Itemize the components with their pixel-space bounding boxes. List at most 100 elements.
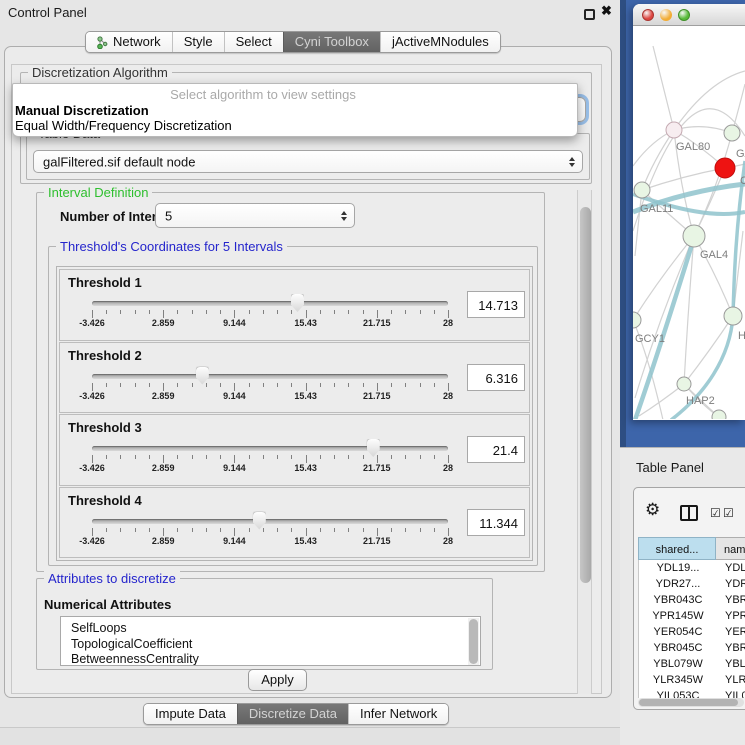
- slider-track[interactable]: [92, 301, 448, 306]
- network-edge[interactable]: [674, 127, 732, 133]
- table-data-select[interactable]: galFiltered.sif default node: [33, 150, 583, 173]
- network-node-hap2[interactable]: [677, 377, 691, 391]
- network-edge[interactable]: [653, 46, 674, 130]
- slider-track[interactable]: [92, 374, 448, 379]
- table-row[interactable]: YDL19...YDL19...: [639, 560, 745, 576]
- tab-label: Style: [184, 32, 213, 52]
- network-icon: [97, 36, 108, 49]
- attribute-item-selfloops[interactable]: SelfLoops: [61, 617, 480, 637]
- table-cell: YDL19...: [639, 560, 717, 576]
- table-row[interactable]: YPR145WYPR145W: [639, 608, 745, 624]
- slider-track[interactable]: [92, 446, 448, 451]
- tab-impute-data[interactable]: Impute Data: [144, 704, 237, 724]
- apply-button[interactable]: Apply: [248, 669, 307, 691]
- network-edge[interactable]: [633, 236, 694, 320]
- threshold-value-field[interactable]: 21.4: [467, 436, 525, 463]
- node-attribute-table: shared...name YDL19...YDL19...YDR27...YD…: [638, 537, 745, 698]
- table-row[interactable]: YER054CYER054C: [639, 624, 745, 640]
- close-traffic-light[interactable]: [642, 9, 654, 21]
- network-edge[interactable]: [694, 236, 733, 316]
- table-row[interactable]: YIL053CYIL053C: [639, 688, 745, 698]
- tab-style[interactable]: Style: [172, 32, 224, 52]
- horizontal-scrollbar[interactable]: [638, 698, 744, 707]
- network-node-label: GAL4: [700, 249, 728, 261]
- interval-definition-title: Interval Definition: [44, 185, 152, 200]
- tab-label: jActiveMNodules: [392, 32, 489, 52]
- combo-arrows-icon: [341, 211, 347, 221]
- attributes-group-title: Attributes to discretize: [44, 571, 180, 586]
- network-view-window: GAL80GACGAL11GAL4GCY1HHAP2: [633, 4, 745, 420]
- threshold-value-field[interactable]: 6.316: [467, 364, 525, 391]
- checkbox-icon[interactable]: ☑: [710, 506, 721, 520]
- network-canvas[interactable]: GAL80GACGAL11GAL4GCY1HHAP2: [633, 26, 745, 419]
- thresholds-group-title: Threshold's Coordinates for 5 Intervals: [56, 239, 287, 254]
- network-window-titlebar[interactable]: [633, 4, 745, 26]
- table-row[interactable]: YBR045CYBR045C: [639, 640, 745, 656]
- column-header-name[interactable]: name: [716, 537, 745, 560]
- tab-select[interactable]: Select: [224, 32, 283, 52]
- attribute-list-scrollbar[interactable]: [468, 618, 479, 665]
- network-node-h[interactable]: [724, 307, 742, 325]
- bottom-strip: [0, 728, 620, 745]
- table-cell: YBL079W: [639, 656, 717, 672]
- table-row[interactable]: YLR345WYLR345W: [639, 672, 745, 688]
- slider-track[interactable]: [92, 519, 448, 524]
- panel-title: Control Panel: [8, 5, 87, 20]
- tab-cyni-toolbox[interactable]: Cyni Toolbox: [283, 32, 380, 52]
- network-node-gal11[interactable]: [634, 182, 650, 198]
- threshold-value-field[interactable]: 14.713: [467, 291, 525, 318]
- attribute-item-topologicalcoefficient[interactable]: TopologicalCoefficient: [61, 637, 480, 653]
- attribute-item-betweennesscentrality[interactable]: BetweennessCentrality: [61, 652, 480, 666]
- numerical-attributes-label: Numerical Attributes: [44, 597, 171, 612]
- network-node-label: HAP2: [686, 395, 715, 407]
- tab-discretize-data[interactable]: Discretize Data: [237, 704, 348, 724]
- network-node-gcy1[interactable]: [633, 312, 641, 328]
- table-cell: YBR043C: [639, 592, 717, 608]
- node-table-subpanel: ⚙ ☑ ☑ shared...name YDL19...YDL19...YDR2…: [633, 487, 745, 710]
- minimize-traffic-light[interactable]: [660, 9, 672, 21]
- table-cell: YBR045C: [639, 640, 717, 656]
- table-cell: YBR043C: [717, 592, 745, 608]
- table-cell: YDR27...: [717, 576, 745, 592]
- float-window-icon[interactable]: [584, 9, 595, 20]
- threshold-value-field[interactable]: 11.344: [467, 509, 525, 536]
- network-node-label: H: [738, 330, 745, 342]
- scrollbar-thumb[interactable]: [580, 207, 591, 583]
- table-data-value: galFiltered.sif default node: [43, 154, 195, 169]
- num-intervals-value: 5: [165, 208, 172, 223]
- close-icon[interactable]: ✖: [601, 3, 612, 19]
- control-panel-tabs: Network Style Select Cyni Toolbox jActiveMNo…: [85, 31, 501, 53]
- vertical-scrollbar[interactable]: [577, 190, 592, 694]
- table-row[interactable]: YDR27...YDR27...: [639, 576, 745, 592]
- numerical-attributes-list[interactable]: SelfLoopsTopologicalCoefficientBetweenne…: [60, 616, 481, 666]
- tab-infer-network[interactable]: Infer Network: [348, 704, 448, 724]
- tab-label: Select: [236, 32, 272, 52]
- algorithm-option-equal-width-frequency-discretization[interactable]: Equal Width/Frequency Discretization: [13, 118, 577, 133]
- network-node-edge-node[interactable]: [712, 410, 726, 419]
- tab-label: Discretize Data: [249, 704, 337, 724]
- tab-jactivemnodules[interactable]: jActiveMNodules: [380, 32, 500, 52]
- tab-label: Cyni Toolbox: [295, 32, 369, 52]
- scrollbar-thumb[interactable]: [639, 699, 738, 706]
- slider-tick-labels: -3.4262.8599.14415.4321.71528: [92, 391, 448, 402]
- checkbox-icon[interactable]: ☑: [723, 506, 734, 520]
- network-node-c-red[interactable]: [715, 158, 735, 178]
- network-edge-thick[interactable]: [635, 238, 694, 419]
- network-node-gal4[interactable]: [683, 225, 705, 247]
- table-cell: YIL053C: [717, 688, 745, 698]
- table-cell: YLR345W: [717, 672, 745, 688]
- network-node-gal80[interactable]: [666, 122, 682, 138]
- table-row[interactable]: YBR043CYBR043C: [639, 592, 745, 608]
- network-node-label: GA: [736, 148, 745, 160]
- column-header-shared[interactable]: shared...: [638, 537, 716, 560]
- algorithm-option-manual-discretization[interactable]: Manual Discretization: [13, 103, 577, 118]
- table-panel: Table Panel ⚙ ☑ ☑ shared...name YDL19...…: [620, 447, 745, 745]
- zoom-traffic-light[interactable]: [678, 9, 690, 21]
- split-view-icon[interactable]: [680, 505, 698, 521]
- network-node-ga[interactable]: [724, 125, 740, 141]
- tab-network[interactable]: Network: [86, 32, 172, 52]
- algorithm-placeholder-item[interactable]: Select algorithm to view settings: [13, 87, 513, 103]
- table-row[interactable]: YBL079WYBL079W: [639, 656, 745, 672]
- gear-icon[interactable]: ⚙: [645, 501, 660, 518]
- num-intervals-select[interactable]: 5: [155, 203, 355, 228]
